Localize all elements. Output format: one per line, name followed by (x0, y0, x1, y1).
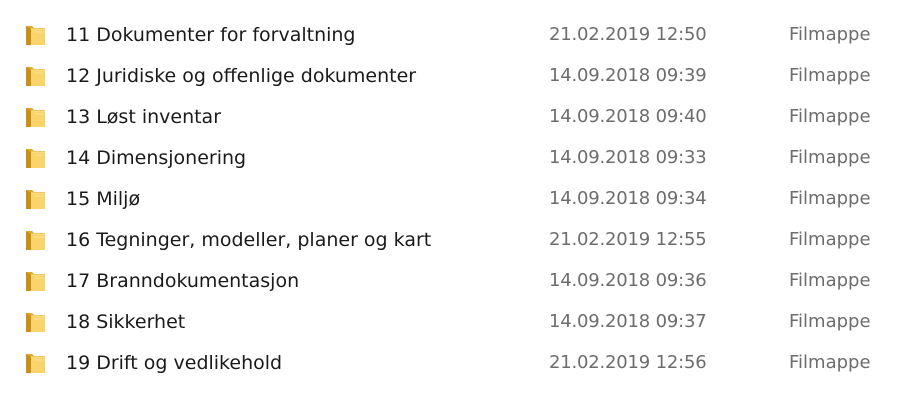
date-modified: 14.09.2018 09:39 (549, 65, 707, 86)
folder-icon (25, 64, 46, 88)
date-modified: 14.09.2018 09:40 (549, 106, 707, 127)
date-modified: 14.09.2018 09:33 (549, 147, 707, 168)
folder-icon (25, 351, 46, 375)
file-name[interactable]: 15 Miljø (66, 187, 140, 211)
folder-icon (25, 187, 46, 211)
folder-icon (25, 146, 46, 170)
folder-icon (25, 269, 46, 293)
file-name[interactable]: 12 Juridiske og offenlige dokumenter (66, 64, 416, 88)
file-row[interactable]: 16 Tegninger, modeller, planer og kart 2… (0, 227, 906, 268)
file-type: Filmappe (789, 106, 871, 127)
file-type: Filmappe (789, 229, 871, 250)
file-type: Filmappe (789, 270, 871, 291)
folder-icon (25, 228, 46, 252)
file-name[interactable]: 16 Tegninger, modeller, planer og kart (66, 228, 431, 252)
file-name[interactable]: 19 Drift og vedlikehold (66, 351, 282, 375)
file-name[interactable]: 18 Sikkerhet (66, 310, 185, 334)
file-type: Filmappe (789, 65, 871, 86)
date-modified: 21.02.2019 12:55 (549, 229, 707, 250)
file-name[interactable]: 17 Branndokumentasjon (66, 269, 299, 293)
file-type: Filmappe (789, 24, 871, 45)
file-type: Filmappe (789, 188, 871, 209)
date-modified: 21.02.2019 12:50 (549, 24, 707, 45)
file-row[interactable]: 15 Miljø 14.09.2018 09:34 Filmappe (0, 186, 906, 227)
file-row[interactable]: 17 Branndokumentasjon 14.09.2018 09:36 F… (0, 268, 906, 309)
file-list: 11 Dokumenter for forvaltning 21.02.2019… (0, 22, 906, 391)
file-explorer-view: { "folder_icon": "folder-icon", "colors"… (0, 0, 906, 403)
file-name[interactable]: 11 Dokumenter for forvaltning (66, 23, 356, 47)
file-type: Filmappe (789, 147, 871, 168)
file-row[interactable]: 11 Dokumenter for forvaltning 21.02.2019… (0, 22, 906, 63)
file-row[interactable]: 12 Juridiske og offenlige dokumenter 14.… (0, 63, 906, 104)
file-row[interactable]: 14 Dimensjonering 14.09.2018 09:33 Filma… (0, 145, 906, 186)
file-type: Filmappe (789, 311, 871, 332)
date-modified: 21.02.2019 12:56 (549, 352, 707, 373)
file-row[interactable]: 19 Drift og vedlikehold 21.02.2019 12:56… (0, 350, 906, 391)
date-modified: 14.09.2018 09:36 (549, 270, 707, 291)
file-name[interactable]: 13 Løst inventar (66, 105, 221, 129)
file-row[interactable]: 13 Løst inventar 14.09.2018 09:40 Filmap… (0, 104, 906, 145)
date-modified: 14.09.2018 09:34 (549, 188, 707, 209)
file-row[interactable]: 18 Sikkerhet 14.09.2018 09:37 Filmappe (0, 309, 906, 350)
date-modified: 14.09.2018 09:37 (549, 311, 707, 332)
folder-icon (25, 23, 46, 47)
file-name[interactable]: 14 Dimensjonering (66, 146, 246, 170)
folder-icon (25, 310, 46, 334)
folder-icon (25, 105, 46, 129)
file-type: Filmappe (789, 352, 871, 373)
